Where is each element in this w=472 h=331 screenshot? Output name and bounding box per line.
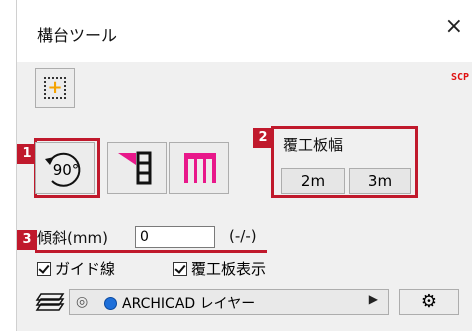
layer-select[interactable]: ◎ ARCHICAD レイヤー ▶ (69, 289, 389, 315)
flip-button[interactable] (107, 142, 167, 194)
guide-line-checkbox[interactable]: ガイド線 (37, 258, 115, 279)
rotate-icon: 90° (45, 152, 81, 187)
board-width-3m-button[interactable]: 3m (349, 168, 411, 194)
title-bar: 構台ツール × (17, 0, 472, 62)
guide-line-label: ガイド線 (55, 260, 116, 278)
scp-tag: SCP (450, 72, 469, 83)
board-width-2m-button[interactable]: 2m (281, 168, 345, 194)
annotation-badge-2: 2 (253, 128, 273, 148)
arrow-right-icon: ▶ (368, 292, 378, 306)
frame-button[interactable] (169, 142, 229, 194)
settings-button[interactable]: ⚙ (399, 289, 459, 315)
rotate-button[interactable]: 90° (35, 142, 95, 194)
eye-icon: ◎ (76, 294, 89, 310)
frame-icon (184, 153, 216, 183)
annotation-badge-3: 3 (17, 230, 37, 250)
gear-icon: ⚙ (420, 291, 438, 312)
checkbox-icon (37, 261, 51, 276)
board-display-label: 覆工板表示 (191, 260, 267, 278)
flip-icon (118, 151, 152, 185)
close-icon[interactable]: × (445, 16, 463, 38)
tool-window: 構台ツール × SCP + 1 90° 2 覆工板幅 2m 3m 3 傾斜(mm… (16, 0, 472, 331)
window-title: 構台ツール (37, 26, 118, 45)
add-button[interactable]: + (35, 68, 75, 108)
layer-color-icon (104, 297, 117, 310)
add-icon: + (44, 77, 66, 99)
annotation-underline-3 (35, 250, 267, 253)
layers-icon (35, 293, 65, 311)
board-display-checkbox[interactable]: 覆工板表示 (173, 258, 266, 279)
rotate-label: 90° (53, 161, 80, 179)
slope-input[interactable]: 0 (135, 226, 215, 248)
checkbox-icon (173, 261, 187, 276)
layer-name: ARCHICAD レイヤー (122, 296, 256, 312)
board-width-label: 覆工板幅 (283, 136, 344, 154)
slope-unit: (-/-) (229, 227, 257, 245)
slope-label: 傾斜(mm) (37, 229, 108, 247)
